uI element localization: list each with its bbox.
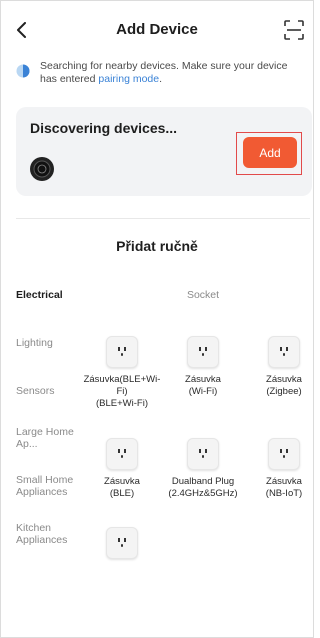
socket-icon [268,438,300,470]
category-sensors[interactable]: Sensors [16,385,80,397]
device-item[interactable]: Zásuvka (NB-IoT) [245,438,320,500]
info-text-body: Searching for nearby devices. Make sure … [40,60,288,85]
scan-icon[interactable] [283,19,305,41]
device-label: Zásuvka (BLE) [104,476,140,499]
divider [16,218,310,219]
category-small-home-appliances[interactable]: Small Home Appliances [16,474,80,498]
add-button[interactable]: Add [243,137,297,168]
category-kitchen-appliances[interactable]: Kitchen Appliances [16,522,80,546]
category-lighting[interactable]: Lighting [16,337,80,349]
search-info: Searching for nearby devices. Make sure … [16,60,306,86]
discovering-card: Discovering devices... Add [16,107,312,196]
subcategory-socket: Socket [186,289,220,301]
device-item[interactable] [83,527,161,565]
socket-icon [106,527,138,559]
device-item[interactable]: Zásuvka (BLE) [83,438,161,500]
device-item[interactable]: Zásuvka (Zigbee) [245,336,320,398]
device-item[interactable]: Zásuvka (Wi-Fi) [164,336,242,398]
pairing-mode-link[interactable]: pairing mode [98,73,159,85]
device-item[interactable]: Dualband Plug (2.4GHz&5GHz) [164,438,242,500]
discovered-device-icon [30,157,54,181]
socket-icon [268,336,300,368]
device-label: Zásuvka(BLE+Wi-Fi) (BLE+Wi-Fi) [83,374,161,409]
category-electrical[interactable]: Electrical [16,289,80,301]
manual-add-title: Přidat ručně [116,238,198,254]
device-item[interactable]: Zásuvka(BLE+Wi-Fi) (BLE+Wi-Fi) [83,336,161,410]
category-large-home-appliances[interactable]: Large Home Ap... [16,426,80,450]
page-title: Add Device [116,21,198,38]
search-info-text: Searching for nearby devices. Make sure … [40,60,306,86]
device-label: Zásuvka (Wi-Fi) [185,374,221,397]
search-status-icon [16,64,30,78]
socket-icon [106,438,138,470]
device-label: Dualband Plug (2.4GHz&5GHz) [168,476,238,499]
header: Add Device [0,0,314,58]
socket-icon [106,336,138,368]
socket-icon [187,438,219,470]
socket-icon [187,336,219,368]
device-label: Zásuvka (NB-IoT) [265,476,303,499]
info-text-suffix: . [159,73,163,85]
discovering-title: Discovering devices... [30,120,178,136]
device-label: Zásuvka (Zigbee) [266,374,302,397]
